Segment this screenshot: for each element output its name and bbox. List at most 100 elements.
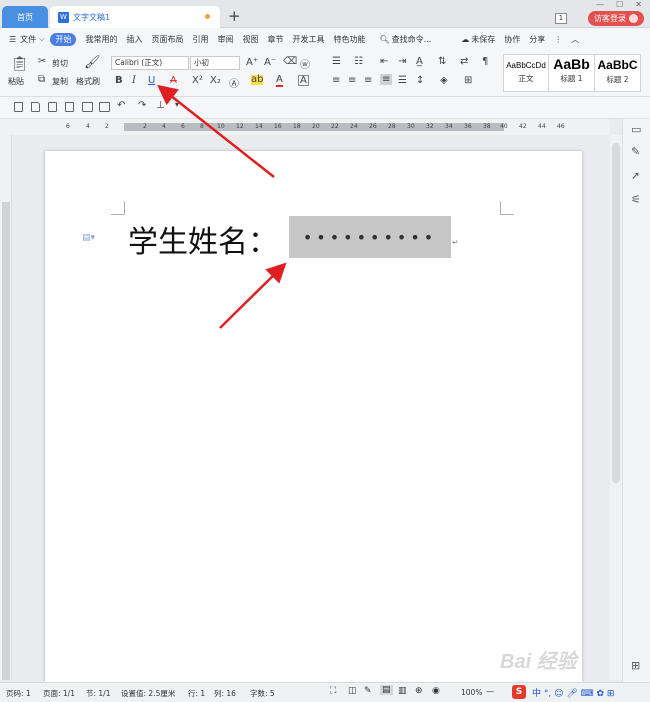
indent-decrease-icon[interactable]: ⇤ [380,56,388,67]
char-border-icon[interactable]: A [298,75,309,86]
bold-icon[interactable]: B [115,75,123,86]
pen-icon[interactable]: ✎ [631,145,640,158]
subscript-icon[interactable]: X₂ [210,75,221,86]
format-painter-qa-icon[interactable]: ⊥ [156,100,165,111]
superscript-icon[interactable]: X² [192,75,203,86]
style-heading1[interactable]: AaBb 标题 1 [549,54,595,92]
clear-format-icon[interactable]: ⌫ [283,56,297,67]
grid-apps-icon[interactable]: ⊞ [631,659,640,672]
font-color-icon[interactable]: A [276,75,283,87]
bullets-icon[interactable]: ☰ [332,56,341,67]
status-setting[interactable]: 设置值: 2.5厘米 [121,688,175,699]
numbering-icon[interactable]: ☷ [354,56,363,67]
print-icon[interactable] [82,102,93,112]
paragraph-mark-icon[interactable]: ¶ [482,56,488,67]
text-effect-icon[interactable]: Ⓐ [229,75,239,90]
hamburger-icon[interactable]: ☰ [9,35,16,44]
vertical-ruler[interactable] [0,135,12,680]
menu-features[interactable]: 特色功能 [333,34,365,45]
pinyin-icon[interactable]: ⓦ [300,56,310,71]
justify-icon[interactable]: ≡ [380,74,393,85]
sort-icon[interactable]: ⇅ [438,56,446,67]
menu-layout[interactable]: 页面布局 [151,34,183,45]
settings-sliders-icon[interactable]: ⚟ [631,193,641,206]
align-center-icon[interactable]: ≡ [348,75,356,86]
select-cursor-icon[interactable]: ➚ [631,169,640,182]
shading-icon[interactable]: ◈ [440,75,448,86]
distributed-icon[interactable]: ☰ [398,75,407,86]
window-count-badge[interactable]: 1 [555,13,567,24]
ime-logo-icon[interactable]: S [512,685,526,699]
align-left-icon[interactable]: ≡ [332,75,340,86]
paste-button[interactable]: 粘贴 [8,76,24,87]
strikethrough-icon[interactable]: A [170,75,177,86]
horizontal-ruler[interactable]: 6 4 2 2 4 6 8 10 12 14 16 18 20 22 24 26… [0,119,610,135]
chinese-layout-icon[interactable]: A̲ [416,56,423,67]
font-name-select[interactable]: Calibri (正文) [111,56,189,70]
more-icon[interactable]: ⋮ [554,35,562,44]
cut-button[interactable]: 剪切 [52,58,68,69]
focus-mode-icon[interactable]: ◫ [348,686,357,696]
menu-view[interactable]: 视图 [242,34,258,45]
menu-references[interactable]: 引用 [192,34,208,45]
paragraph-handle-icon[interactable]: ▤▾ [82,233,95,243]
brush-icon[interactable]: 🖌︎ [84,55,101,70]
close-icon[interactable]: ✕ [635,0,642,9]
style-normal[interactable]: AaBbCcDd 正文 [503,54,549,92]
page-view-icon[interactable]: ▤ [380,685,393,695]
indent-increase-icon[interactable]: ⇥ [398,56,406,67]
print-preview-icon[interactable] [99,102,110,112]
menu-review[interactable]: 审阅 [217,34,233,45]
eye-protection-icon[interactable]: ◉ [432,686,440,696]
scissors-icon[interactable]: ✂ [38,56,46,67]
status-row[interactable]: 行: 1 [188,688,205,699]
underline-icon[interactable]: U [148,75,155,86]
visitor-login-button[interactable]: 访客登录 [588,11,644,26]
scrollbar-thumb[interactable] [612,143,620,483]
copy-icon[interactable]: ⧉ [38,74,45,85]
show-marks-icon[interactable]: ⇄ [460,56,468,67]
undo-icon[interactable]: ↶ [117,100,125,111]
italic-icon[interactable]: I [132,75,136,86]
pen-mode-icon[interactable]: ✎ [364,686,372,696]
grow-font-icon[interactable]: A⁺ [246,57,258,68]
share-button[interactable]: 分享 [529,34,545,45]
copy-button[interactable]: 复制 [52,76,68,87]
status-char-count[interactable]: 字数: 5 [250,688,275,699]
student-name-label[interactable]: 学生姓名： [128,217,278,261]
open-icon[interactable] [31,102,40,112]
font-size-select[interactable]: 小初 [190,56,240,70]
menu-insert[interactable]: 插入 [126,34,142,45]
zoom-out-icon[interactable]: — [486,687,494,696]
status-page[interactable]: 页面: 1/1 [43,688,75,699]
outline-view-icon[interactable]: ▥ [398,686,407,696]
fullscreen-icon[interactable]: ⛶ [330,686,336,696]
maximize-icon[interactable]: ☐ [616,0,623,9]
collapse-ribbon-icon[interactable]: ︿ [571,34,579,45]
chevron-down-icon[interactable]: ⌵ [39,35,44,44]
new-doc-icon[interactable] [14,102,23,112]
panel-toggle-icon[interactable]: ▭ [631,123,641,136]
collaborate-button[interactable]: 协作 [504,34,520,45]
menu-common[interactable]: 我常用的 [85,34,117,45]
align-right-icon[interactable]: ≡ [364,75,372,86]
unsaved-status[interactable]: 未保存 [471,34,495,45]
menu-developer[interactable]: 开发工具 [292,34,324,45]
paste-icon[interactable]: 📋︎ [11,56,29,72]
menu-file[interactable]: 文件 [20,34,36,45]
customize-qa-icon[interactable]: ▾ [175,100,179,109]
new-tab-button[interactable]: + [228,7,241,25]
name-fill-field[interactable]: •••••••••• [289,216,451,258]
menu-start[interactable]: 开始 [50,32,77,46]
status-col[interactable]: 列: 16 [214,688,236,699]
tab-home[interactable]: 首页 [2,6,48,28]
command-search[interactable]: 查找命令... [392,34,432,45]
style-heading2[interactable]: AaBbC 标题 2 [595,54,641,92]
line-spacing-icon[interactable]: ↕ [416,75,424,86]
save-icon[interactable] [48,102,57,112]
menu-section[interactable]: 章节 [267,34,283,45]
minimize-icon[interactable]: — [596,0,604,9]
search-icon[interactable]: 🔍︎ [379,35,389,44]
format-painter-button[interactable]: 格式刷 [76,76,100,87]
borders-icon[interactable]: ⊞ [464,75,472,86]
